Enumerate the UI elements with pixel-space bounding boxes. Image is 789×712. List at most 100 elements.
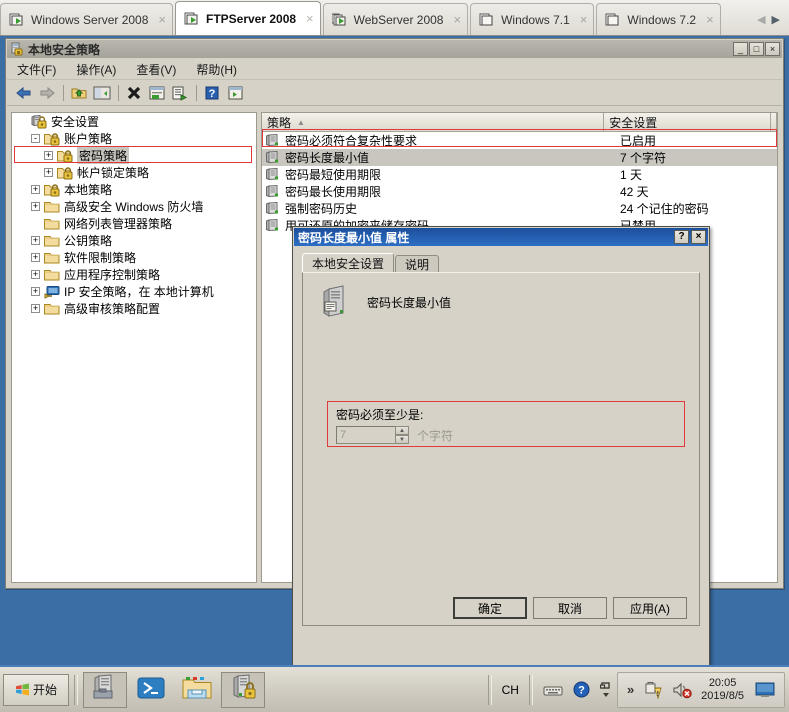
dialog-close-button[interactable]: ×: [691, 230, 706, 244]
back-icon[interactable]: [13, 83, 35, 103]
taskbar-item-powershell[interactable]: [129, 672, 173, 708]
dialog-title-bar[interactable]: 密码长度最小值 属性 ? ×: [294, 228, 708, 246]
table-row[interactable]: 强制密码历史 24 个记住的密码: [262, 200, 777, 217]
table-row[interactable]: 密码最短使用期限 1 天: [262, 166, 777, 183]
tree-expander[interactable]: +: [31, 202, 40, 211]
apply-button[interactable]: 应用(A): [613, 597, 687, 619]
close-icon[interactable]: ×: [306, 12, 314, 25]
tree-item[interactable]: 安全设置: [12, 113, 256, 130]
menu-view[interactable]: 查看(V): [136, 61, 176, 78]
stepper-down-icon[interactable]: ▼: [395, 435, 409, 444]
column-header-filler[interactable]: [771, 113, 777, 131]
minimize-button[interactable]: _: [733, 42, 748, 56]
folder-icon: [44, 200, 60, 214]
taskbar: 开始 CH ? » 20:05 2019/8/5: [0, 665, 789, 712]
console-tree-pane[interactable]: 安全设置 - 账户策略 + 密码策略 + 帐户锁定策略 + 本地策略 + 高级安全 Windows …: [11, 112, 257, 583]
maximize-button[interactable]: □: [749, 42, 764, 56]
close-icon[interactable]: ×: [453, 13, 461, 26]
windows-flag-icon: [15, 682, 30, 697]
close-icon[interactable]: ×: [580, 13, 588, 26]
tree-item[interactable]: + 高级审核策略配置: [12, 300, 256, 317]
help-icon[interactable]: ?: [201, 83, 223, 103]
password-length-input[interactable]: 7: [336, 426, 396, 444]
menu-action[interactable]: 操作(A): [76, 61, 116, 78]
tree-item[interactable]: + 软件限制策略: [12, 249, 256, 266]
tree-item[interactable]: - 账户策略: [12, 130, 256, 147]
table-row[interactable]: 密码必须符合复杂性要求 已启用: [262, 132, 777, 149]
clock[interactable]: 20:05 2019/8/5: [701, 677, 744, 703]
tree-item[interactable]: + 帐户锁定策略: [12, 164, 256, 181]
table-row[interactable]: 密码最长使用期限 42 天: [262, 183, 777, 200]
spinner-row: 7 ▲ ▼ 个字符: [328, 423, 684, 444]
chevron-up-icon[interactable]: »: [627, 682, 634, 697]
window-title-bar[interactable]: 本地安全策略 _ □ ×: [7, 40, 782, 58]
cancel-button[interactable]: 取消: [533, 597, 607, 619]
policy-list: 密码必须符合复杂性要求 已启用 密码长度最小值 7 个字符 密码最短使用期限 1 天密码最…: [262, 129, 777, 234]
tree-item[interactable]: + 高级安全 Windows 防火墙: [12, 198, 256, 215]
start-button[interactable]: 开始: [3, 673, 69, 706]
close-icon[interactable]: ×: [158, 13, 166, 26]
tree-item[interactable]: + 密码策略: [12, 147, 256, 164]
tree-expander[interactable]: +: [44, 168, 53, 177]
vm-window-plain-icon: [479, 12, 495, 28]
new-window-icon[interactable]: [224, 83, 246, 103]
delete-icon[interactable]: [123, 83, 145, 103]
tree-expander[interactable]: +: [31, 236, 40, 245]
close-icon[interactable]: ×: [706, 13, 714, 26]
minimum-password-length-properties-dialog: 密码长度最小值 属性 ? × 本地安全设置 说明 密码长度最小值 密码必须至少是…: [292, 226, 710, 666]
show-hide-tree-icon[interactable]: [91, 83, 113, 103]
tree-item[interactable]: + 公钥策略: [12, 232, 256, 249]
ok-button[interactable]: 确定: [453, 597, 527, 619]
tab-local-security-setting[interactable]: 本地安全设置: [302, 253, 395, 273]
policy-icon: [265, 150, 281, 165]
tray-expand-icon[interactable]: [599, 680, 612, 700]
tree-expander[interactable]: +: [31, 287, 40, 296]
taskbar-item-local-security-policy[interactable]: [221, 671, 265, 708]
tab-windows-7-2[interactable]: Windows 7.2 ×: [596, 3, 721, 35]
tray-separator: [487, 674, 492, 705]
dialog-policy-name: 密码长度最小值: [367, 295, 452, 310]
tree-expander[interactable]: +: [44, 151, 53, 160]
scroll-right-icon[interactable]: ▶: [772, 13, 780, 26]
table-row[interactable]: 密码长度最小值 7 个字符: [262, 149, 777, 166]
column-header-security-setting[interactable]: 安全设置: [604, 113, 771, 131]
close-button[interactable]: ×: [765, 42, 780, 56]
tree-expander[interactable]: -: [31, 134, 40, 143]
tab-windows-7-1[interactable]: Windows 7.1 ×: [470, 3, 595, 35]
show-desktop-icon[interactable]: [755, 682, 775, 698]
tab-webserver-2008[interactable]: WebServer 2008 ×: [322, 3, 469, 35]
ime-indicator[interactable]: CH: [502, 683, 519, 697]
taskbar-item-server-manager[interactable]: [83, 671, 127, 708]
export-list-icon[interactable]: [169, 83, 191, 103]
volume-muted-icon[interactable]: [672, 681, 692, 699]
ip-security-icon: [44, 285, 60, 299]
policy-setting: 24 个记住的密码: [620, 202, 709, 216]
tree-expander-placeholder: [31, 219, 40, 228]
password-length-stepper[interactable]: ▲ ▼: [395, 426, 409, 444]
menu-file[interactable]: 文件(F): [17, 61, 56, 78]
tree-expander[interactable]: +: [31, 270, 40, 279]
keyboard-icon[interactable]: [543, 683, 563, 697]
tree-item[interactable]: + 应用程序控制策略: [12, 266, 256, 283]
tree-item[interactable]: 网络列表管理器策略: [12, 215, 256, 232]
scroll-left-icon[interactable]: ◀: [757, 13, 765, 26]
tab-explain[interactable]: 说明: [395, 255, 440, 273]
tab-ftpserver-2008[interactable]: FTPServer 2008 ×: [174, 1, 321, 35]
taskbar-item-explorer[interactable]: [175, 672, 219, 708]
help-icon[interactable]: ?: [573, 681, 590, 698]
tree-expander[interactable]: +: [31, 185, 40, 194]
up-folder-icon[interactable]: [68, 83, 90, 103]
tab-windows-server-2008[interactable]: Windows Server 2008 ×: [0, 3, 173, 35]
column-header-policy[interactable]: 策略 ▲: [262, 113, 605, 131]
tree-item[interactable]: + IP 安全策略，在 本地计算机: [12, 283, 256, 300]
properties-icon[interactable]: [146, 83, 168, 103]
tree-expander[interactable]: +: [31, 253, 40, 262]
action-center-warning-icon[interactable]: [644, 681, 662, 699]
tree-item[interactable]: + 本地策略: [12, 181, 256, 198]
stepper-up-icon[interactable]: ▲: [395, 426, 409, 435]
tree-expander[interactable]: +: [31, 304, 40, 313]
tree-item-label: 帐户锁定策略: [77, 166, 150, 180]
dialog-help-button[interactable]: ?: [674, 230, 689, 244]
menu-help[interactable]: 帮助(H): [196, 61, 237, 78]
forward-icon[interactable]: [36, 83, 58, 103]
